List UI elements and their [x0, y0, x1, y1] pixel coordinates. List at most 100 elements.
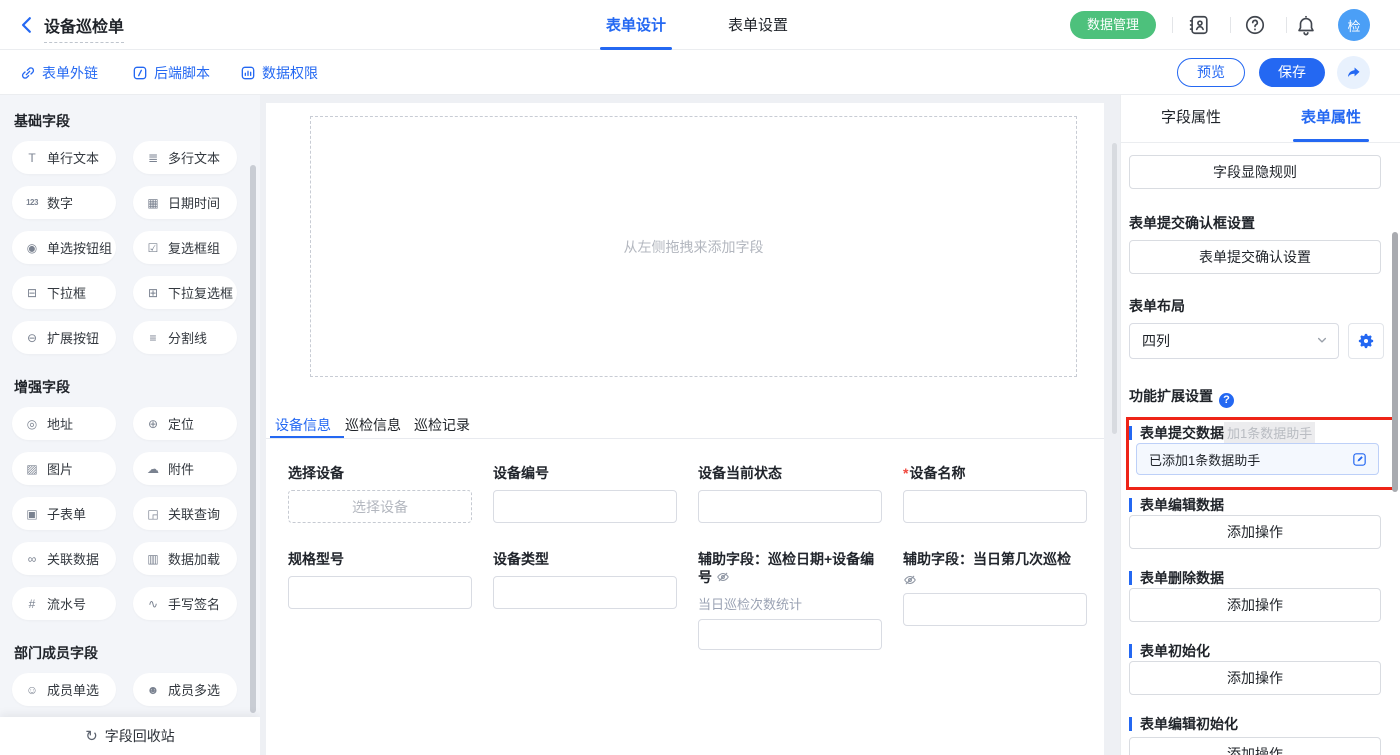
dropdown-icon: ⊟	[24, 286, 40, 300]
field-item-radio-group[interactable]: ◉单选按钮组	[12, 231, 116, 264]
canvas-scrollbar[interactable]	[1112, 143, 1117, 434]
add-action-button-form-init[interactable]: 添加操作	[1129, 661, 1381, 695]
tab-field-properties[interactable]: 字段属性	[1121, 95, 1261, 142]
drag-dropzone[interactable]: 从左侧拖拽来添加字段	[310, 116, 1077, 377]
field-item-data-load[interactable]: ▥数据加载	[133, 542, 237, 575]
layout-gear-button[interactable]	[1348, 323, 1384, 359]
backend-script-button[interactable]: 后端脚本	[132, 63, 210, 83]
form-field-device-status[interactable]: 设备当前状态	[698, 464, 882, 523]
form-field-device-name[interactable]: *设备名称	[903, 464, 1087, 523]
user-avatar[interactable]: 检	[1338, 9, 1370, 41]
add-action-button-edit-init[interactable]: 添加操作	[1129, 737, 1381, 755]
add-action-button-delete-data[interactable]: 添加操作	[1129, 588, 1381, 622]
field-label: 设备编号	[493, 464, 677, 482]
field-item-image[interactable]: ▨图片	[12, 452, 116, 485]
form-field-aux-date-deviceno[interactable]: 辅助字段：巡检日期+设备编号 当日巡检次数统计	[698, 550, 882, 650]
form-field-select-device[interactable]: 选择设备 选择设备	[288, 464, 472, 523]
section-title-form-init: 表单初始化	[1129, 641, 1210, 661]
required-asterisk: *	[903, 465, 908, 481]
tab-form-settings[interactable]: 表单设置	[724, 14, 792, 35]
linked-query-icon: ◲	[145, 507, 161, 521]
field-label: 选择设备	[288, 464, 472, 482]
canvas-tab-inspect-info[interactable]: 巡检信息	[345, 415, 401, 435]
field-visibility-rule-button[interactable]: 字段显隐规则	[1129, 155, 1381, 189]
edit-icon[interactable]	[1351, 451, 1368, 468]
form-field-spec-model[interactable]: 规格型号	[288, 550, 472, 609]
form-card: 从左侧拖拽来添加字段 设备信息 巡检信息 巡检记录 选择设备 选择设备 设备编号…	[266, 103, 1104, 755]
app-window: 设备巡检单 表单设计 表单设置 数据管理 检 表单外链 后端脚本 数据权限	[0, 0, 1400, 755]
section-title-enhanced-fields: 增强字段	[14, 377, 260, 397]
help-question-icon[interactable]: ?	[1219, 393, 1234, 408]
field-label: 设备类型	[493, 550, 677, 568]
help-icon[interactable]	[1244, 14, 1266, 36]
single-line-text-icon: T	[24, 151, 40, 165]
preview-button[interactable]: 预览	[1177, 58, 1245, 87]
recycle-icon: ↻	[85, 727, 98, 745]
save-button[interactable]: 保存	[1259, 58, 1325, 87]
device-type-input[interactable]	[493, 576, 677, 609]
canvas-tab-inspect-record[interactable]: 巡检记录	[414, 415, 470, 435]
data-manage-button[interactable]: 数据管理	[1070, 11, 1156, 39]
field-label: 辅助字段：当日第几次巡检	[903, 550, 1087, 568]
top-bar: 设备巡检单 表单设计 表单设置 数据管理 检	[0, 0, 1400, 50]
page-title[interactable]: 设备巡检单	[44, 13, 124, 43]
panel-scrollbar[interactable]	[1392, 232, 1398, 492]
field-item-dropdown[interactable]: ⊟下拉框	[12, 276, 116, 309]
field-item-address[interactable]: ◎地址	[12, 407, 116, 440]
external-link-button[interactable]: 表单外链	[20, 63, 98, 83]
select-device-input[interactable]: 选择设备	[288, 490, 472, 523]
field-item-linked-query[interactable]: ◲关联查询	[133, 497, 237, 530]
address-book-icon[interactable]	[1188, 14, 1210, 36]
enhanced-fields-grid: ◎地址 ⊕定位 ▨图片 ☁附件 ▣子表单 ◲关联查询 ∞关联数据 ▥数据加载 #…	[12, 407, 248, 620]
field-item-extend-button[interactable]: ⊖扩展按钮	[12, 321, 116, 354]
layout-select[interactable]: 四列	[1129, 323, 1339, 359]
tab-form-design[interactable]: 表单设计	[600, 14, 672, 35]
data-assistant-entry[interactable]: 已添加1条数据助手	[1136, 443, 1379, 475]
field-item-geolocation[interactable]: ⊕定位	[133, 407, 237, 440]
share-button[interactable]	[1337, 56, 1370, 89]
device-name-input[interactable]	[903, 490, 1087, 523]
code-script-icon	[132, 65, 148, 81]
field-recycle-bin[interactable]: ↻ 字段回收站	[0, 717, 260, 755]
field-label: 规格型号	[288, 550, 472, 568]
properties-panel: 字段属性 表单属性 字段显隐规则 表单提交确认框设置 表单提交确认设置 表单布局…	[1120, 95, 1400, 755]
subform-icon: ▣	[24, 507, 40, 521]
field-item-checkbox-group[interactable]: ☑复选框组	[133, 231, 237, 264]
field-item-attachment[interactable]: ☁附件	[133, 452, 237, 485]
submit-confirm-setting-button[interactable]: 表单提交确认设置	[1129, 240, 1381, 274]
section-title-member-fields: 部门成员字段	[14, 643, 260, 663]
data-permission-icon	[240, 65, 256, 81]
aux-daily-count-input[interactable]	[903, 593, 1087, 626]
field-item-datetime[interactable]: ▦日期时间	[133, 186, 237, 219]
form-field-device-no[interactable]: 设备编号	[493, 464, 677, 523]
field-item-member-multi[interactable]: ☻成员多选	[133, 673, 237, 706]
field-item-subform[interactable]: ▣子表单	[12, 497, 116, 530]
form-field-device-type[interactable]: 设备类型	[493, 550, 677, 609]
target-icon: ⊕	[145, 417, 161, 431]
field-item-number[interactable]: 123数字	[12, 186, 116, 219]
canvas-tab-device-info[interactable]: 设备信息	[275, 415, 331, 435]
data-permission-button[interactable]: 数据权限	[240, 63, 318, 83]
field-item-member-single[interactable]: ☺成员单选	[12, 673, 116, 706]
field-item-single-line-text[interactable]: T单行文本	[12, 141, 116, 174]
field-item-signature[interactable]: ∿手写签名	[133, 587, 237, 620]
tab-form-properties[interactable]: 表单属性	[1261, 95, 1400, 142]
field-item-multi-line-text[interactable]: ≣多行文本	[133, 141, 237, 174]
field-item-divider-line[interactable]: ≡分割线	[133, 321, 237, 354]
notification-bell-icon[interactable]	[1295, 14, 1317, 36]
field-item-linked-data[interactable]: ∞关联数据	[12, 542, 116, 575]
device-no-input[interactable]	[493, 490, 677, 523]
field-item-multi-dropdown[interactable]: ⊞下拉复选框	[133, 276, 237, 309]
signature-icon: ∿	[145, 597, 161, 611]
field-item-serial-number[interactable]: #流水号	[12, 587, 116, 620]
daily-count-link[interactable]: 当日巡检次数统计	[698, 594, 882, 613]
form-field-aux-daily-count[interactable]: 辅助字段：当日第几次巡检	[903, 550, 1087, 626]
spec-model-input[interactable]	[288, 576, 472, 609]
device-status-input[interactable]	[698, 490, 882, 523]
add-action-button-edit-data[interactable]: 添加操作	[1129, 515, 1381, 549]
section-title-delete-data: 表单删除数据	[1129, 568, 1224, 588]
panel-tabs: 字段属性 表单属性	[1121, 95, 1400, 143]
back-icon[interactable]	[18, 16, 36, 34]
sidebar-scrollbar[interactable]	[250, 165, 256, 713]
aux-date-deviceno-input[interactable]	[698, 619, 882, 650]
